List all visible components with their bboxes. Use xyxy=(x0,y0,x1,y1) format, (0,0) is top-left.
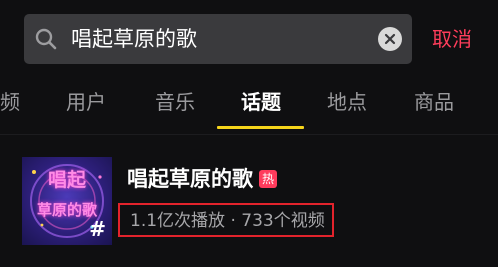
clear-icon[interactable] xyxy=(378,27,402,51)
tab-products[interactable]: 商品 xyxy=(414,88,454,116)
divider xyxy=(0,134,498,135)
stats-highlight-box: 1.1亿次播放 · 733个视频 xyxy=(118,203,334,237)
active-tab-indicator xyxy=(217,126,304,129)
hot-badge: 热 xyxy=(259,170,277,188)
search-bar[interactable]: 唱起草原的歌 xyxy=(24,14,412,64)
topic-title[interactable]: 唱起草原的歌 xyxy=(127,164,253,194)
hashtag-icon: # xyxy=(89,217,106,241)
tab-topics[interactable]: 话题 xyxy=(241,88,281,116)
topic-thumbnail: 唱起 草原的歌 # xyxy=(22,157,112,245)
search-icon xyxy=(34,27,58,51)
search-input[interactable]: 唱起草原的歌 xyxy=(71,24,197,54)
tab-video[interactable]: 频 xyxy=(0,88,20,116)
tab-bar: 频 用户 话题 音乐 地点 商品 xyxy=(0,78,498,128)
tab-music[interactable]: 音乐 xyxy=(155,88,195,116)
tab-places[interactable]: 地点 xyxy=(327,88,367,116)
cancel-button[interactable]: 取消 xyxy=(432,24,472,54)
thumbnail-title: 唱起 草原的歌 xyxy=(36,169,97,219)
tab-users[interactable]: 用户 xyxy=(66,88,106,116)
topic-stats: 1.1亿次播放 · 733个视频 xyxy=(130,211,325,231)
